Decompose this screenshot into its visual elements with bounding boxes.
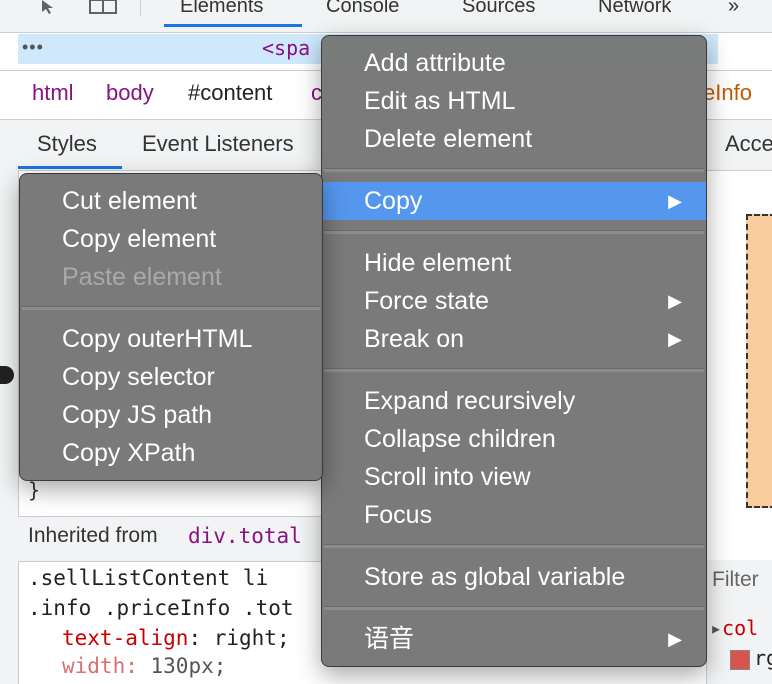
menu-item-delete-element[interactable]: Delete element	[322, 120, 706, 158]
tab-accessibility[interactable]: Acce	[725, 131, 772, 157]
color-swatch[interactable]	[730, 650, 750, 670]
more-tabs-button[interactable]: »	[728, 0, 739, 20]
css-selector-line[interactable]: .info .priceInfo .tot	[28, 596, 294, 620]
menu-item-label: Focus	[364, 501, 433, 529]
computed-property-name: col	[722, 616, 759, 640]
menu-separator	[324, 544, 704, 548]
menu-item-label: Paste element	[62, 263, 222, 291]
menu-item-edit-as-html[interactable]: Edit as HTML	[322, 82, 706, 120]
css-property-value[interactable]: 130px;	[151, 654, 227, 678]
copy-submenu: Cut element Copy element Paste element C…	[19, 173, 323, 481]
submenu-arrow-icon: ▶	[668, 191, 682, 211]
box-model-diagram	[746, 214, 772, 508]
menu-item-label: Add attribute	[364, 49, 506, 77]
menu-item-label: Delete element	[364, 125, 533, 153]
submenu-arrow-icon: ▶	[668, 291, 682, 311]
expand-triangle-icon[interactable]: ▸	[710, 616, 722, 640]
css-property-line[interactable]: text-align: right;	[62, 626, 290, 650]
breadcrumb-body[interactable]: body	[106, 80, 154, 106]
menu-item-label: Copy	[364, 187, 423, 215]
tab-console[interactable]: Console	[326, 0, 399, 20]
menu-item-paste-element: Paste element	[20, 258, 322, 296]
menu-item-copy-outerhtml[interactable]: Copy outerHTML	[20, 320, 322, 358]
computed-property-row[interactable]: ▸col	[710, 616, 758, 640]
menu-item-label: Force state	[364, 287, 490, 315]
menu-item-label: Copy selector	[62, 363, 215, 391]
inherited-label: Inherited from	[28, 524, 158, 547]
css-colon: :	[188, 626, 214, 650]
menu-item-expand-recursively[interactable]: Expand recursively	[322, 382, 706, 420]
css-property-value[interactable]: right;	[214, 626, 290, 650]
tab-sources[interactable]: Sources	[462, 0, 535, 20]
menu-item-label: Break on	[364, 325, 465, 353]
menu-item-speech[interactable]: 语音 ▶	[322, 620, 706, 658]
tab-network[interactable]: Network	[598, 0, 671, 20]
toolbar-divider	[140, 0, 141, 16]
menu-item-label: Hide element	[364, 249, 512, 277]
menu-item-hide-element[interactable]: Hide element	[322, 244, 706, 282]
submenu-arrow-icon: ▶	[668, 629, 682, 649]
menu-item-label: Copy JS path	[62, 401, 213, 429]
left-gutter	[0, 170, 19, 684]
menu-item-cut-element[interactable]: Cut element	[20, 182, 322, 220]
menu-item-label: Copy XPath	[62, 439, 196, 467]
breadcrumb-priceinfo[interactable]: eInfo	[703, 80, 752, 106]
context-menu: Add attribute Edit as HTML Delete elemen…	[321, 35, 707, 667]
menu-item-collapse-children[interactable]: Collapse children	[322, 420, 706, 458]
menu-item-force-state[interactable]: Force state ▶	[322, 282, 706, 320]
css-property-line[interactable]: width: 130px;	[62, 654, 226, 678]
menu-item-label: Collapse children	[364, 425, 556, 453]
rule-closing-brace: }	[28, 478, 41, 502]
tab-styles[interactable]: Styles	[37, 131, 97, 157]
dom-node-code[interactable]: <spa	[262, 36, 310, 60]
menu-item-copy[interactable]: Copy ▶	[322, 182, 706, 220]
submenu-arrow-icon: ▶	[668, 329, 682, 349]
menu-item-label: Cut element	[62, 187, 197, 215]
menu-separator	[324, 168, 704, 172]
menu-item-copy-js-path[interactable]: Copy JS path	[20, 396, 322, 434]
menu-item-label: Edit as HTML	[364, 87, 516, 115]
menu-item-copy-element[interactable]: Copy element	[20, 220, 322, 258]
css-colon: :	[125, 654, 151, 678]
menu-item-label: Copy element	[62, 225, 217, 253]
device-toggle-icon[interactable]	[88, 0, 117, 18]
menu-item-label: Store as global variable	[364, 563, 626, 591]
menu-item-add-attribute[interactable]: Add attribute	[322, 44, 706, 82]
menu-item-store-as-global-variable[interactable]: Store as global variable	[322, 558, 706, 596]
devtools-toolbar: Elements Console Sources Network »	[0, 0, 772, 33]
inherited-selector-link[interactable]: div.total	[188, 524, 302, 548]
active-tab-indicator	[164, 24, 302, 27]
computed-filter-input[interactable]: Filter	[712, 568, 759, 592]
menu-item-label: Copy outerHTML	[62, 325, 253, 353]
menu-item-label: Expand recursively	[364, 387, 576, 415]
css-property-name[interactable]: width	[62, 654, 125, 678]
menu-separator	[324, 368, 704, 372]
css-property-name[interactable]: text-align	[62, 626, 188, 650]
menu-item-break-on[interactable]: Break on ▶	[322, 320, 706, 358]
active-subtab-indicator	[18, 166, 122, 169]
menu-item-copy-xpath[interactable]: Copy XPath	[20, 434, 322, 472]
node-ellipsis-icon[interactable]: •••	[22, 37, 44, 58]
menu-item-label: 语音	[364, 625, 415, 653]
menu-item-label: Scroll into view	[364, 463, 531, 491]
menu-item-scroll-into-view[interactable]: Scroll into view	[322, 458, 706, 496]
menu-separator	[324, 230, 704, 234]
menu-separator	[22, 306, 320, 310]
menu-item-focus[interactable]: Focus	[322, 496, 706, 534]
breadcrumb-html[interactable]: html	[32, 80, 74, 106]
css-selector-line[interactable]: .sellListContent li	[28, 566, 268, 590]
computed-property-value: rg	[754, 646, 772, 670]
inspect-element-icon[interactable]	[36, 0, 64, 18]
menu-separator	[324, 606, 704, 610]
breadcrumb-content[interactable]: #content	[188, 80, 272, 106]
menu-item-copy-selector[interactable]: Copy selector	[20, 358, 322, 396]
tab-event-listeners[interactable]: Event Listeners	[142, 131, 294, 157]
tab-elements[interactable]: Elements	[180, 0, 263, 20]
